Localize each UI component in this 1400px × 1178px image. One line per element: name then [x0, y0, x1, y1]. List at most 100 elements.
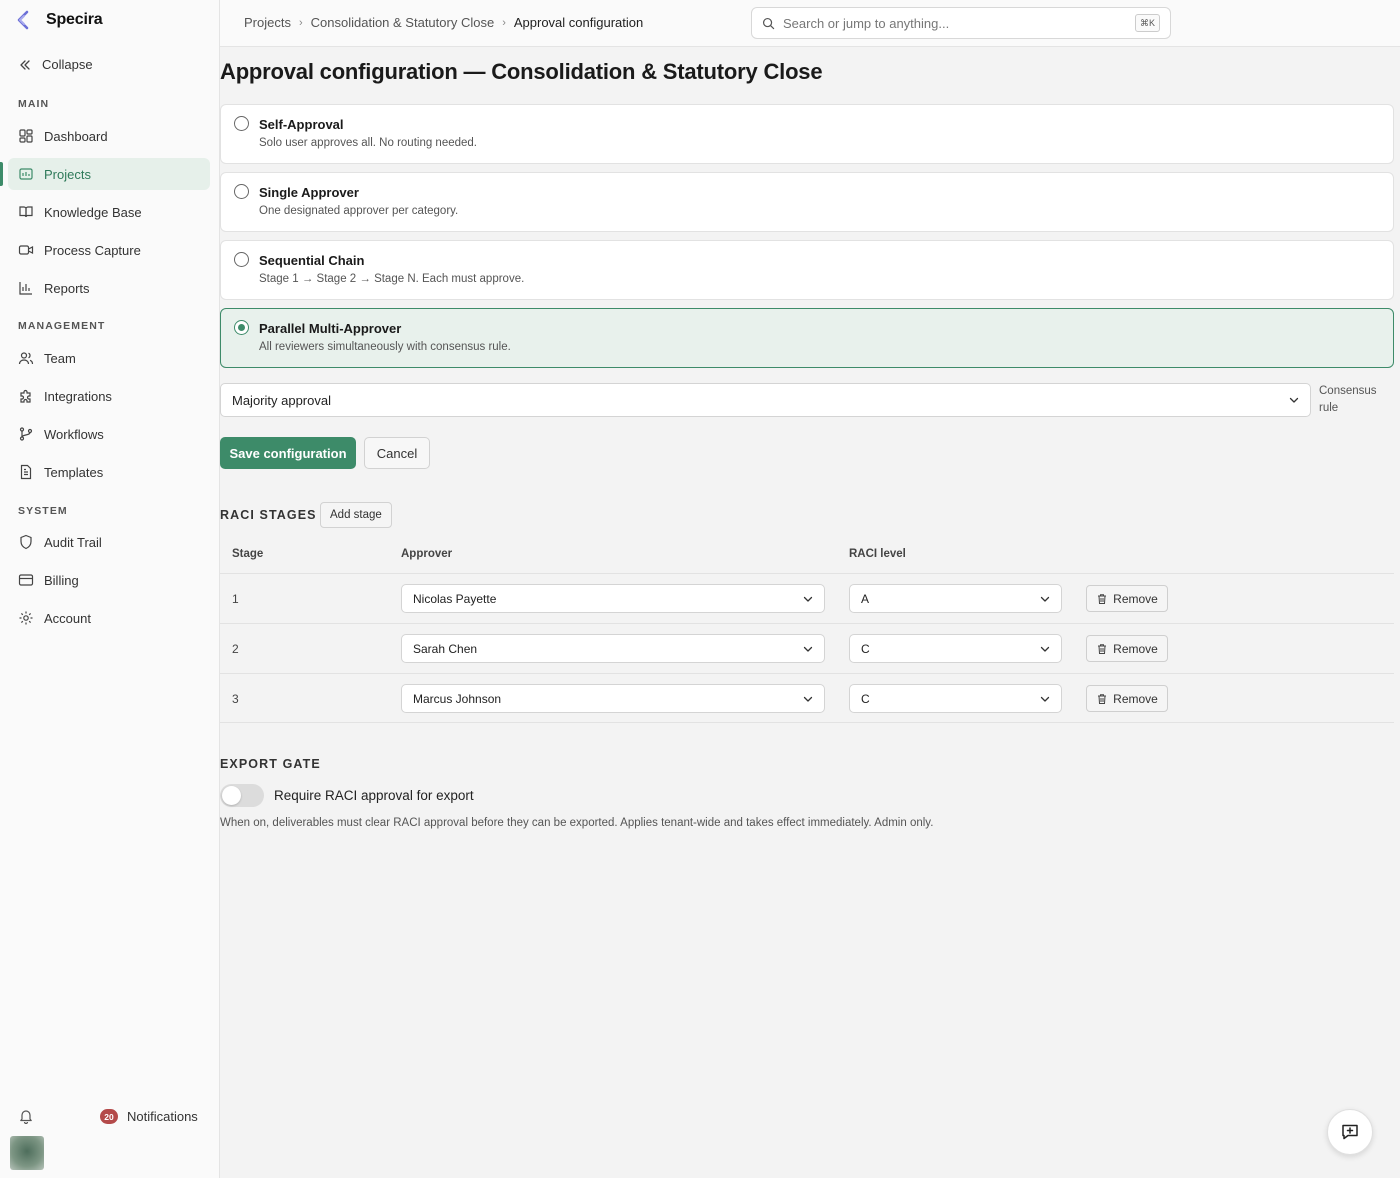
- sidebar-item-process-capture[interactable]: Process Capture: [8, 234, 210, 266]
- chevron-down-icon: [1289, 397, 1299, 403]
- sidebar-item-label: Knowledge Base: [44, 204, 142, 220]
- feedback-button[interactable]: [1327, 1109, 1373, 1155]
- remove-stage-button[interactable]: Remove: [1086, 635, 1168, 662]
- sidebar: Specira Collapse MAIN Dashboard Projects…: [0, 0, 220, 1178]
- column-header-stage: Stage: [232, 548, 264, 560]
- option-description: Stage 1 → Stage 2 → Stage N. Each must a…: [259, 273, 525, 285]
- radio-button[interactable]: [234, 116, 249, 131]
- sidebar-item-label: Reports: [44, 280, 90, 296]
- sidebar-item-dashboard[interactable]: Dashboard: [8, 120, 210, 152]
- approver-select[interactable]: Marcus Johnson: [401, 684, 825, 713]
- sidebar-item-reports[interactable]: Reports: [8, 272, 210, 304]
- consensus-rule-select[interactable]: Majority approval: [220, 383, 1311, 417]
- approver-select[interactable]: Nicolas Payette: [401, 584, 825, 613]
- table-row: 3 Marcus Johnson C Remove: [220, 673, 1394, 723]
- option-title: Single Approver: [259, 185, 359, 200]
- table-row: 1 Nicolas Payette A Remove: [220, 573, 1394, 623]
- search-box[interactable]: ⌘K: [751, 7, 1171, 39]
- raci-level-select[interactable]: C: [849, 634, 1062, 663]
- select-value: C: [861, 641, 870, 656]
- sidebar-item-team[interactable]: Team: [8, 342, 210, 374]
- sidebar-item-templates[interactable]: Templates: [8, 456, 210, 488]
- add-stage-button[interactable]: Add stage: [320, 502, 392, 528]
- remove-label: Remove: [1113, 691, 1158, 706]
- raci-level-select[interactable]: A: [849, 584, 1062, 613]
- remove-stage-button[interactable]: Remove: [1086, 685, 1168, 712]
- stage-number: 2: [232, 642, 239, 656]
- sidebar-item-label: Billing: [44, 572, 79, 588]
- sidebar-item-account[interactable]: Account: [8, 602, 210, 634]
- select-value: A: [861, 591, 870, 606]
- breadcrumb-projects[interactable]: Projects: [244, 15, 291, 30]
- export-gate-heading: EXPORT GATE: [220, 757, 321, 771]
- puzzle-icon: [20, 389, 31, 403]
- export-gate-help-text: When on, deliverables must clear RACI ap…: [220, 817, 934, 829]
- consensus-rule-label: Consensus rule: [1319, 385, 1377, 414]
- section-label-main: MAIN: [18, 98, 50, 110]
- breadcrumb-current: Approval configuration: [513, 15, 644, 30]
- save-configuration-button[interactable]: Save configuration: [220, 437, 356, 469]
- require-raci-toggle[interactable]: [220, 784, 264, 807]
- approval-option-parallel[interactable]: Parallel Multi-Approver All reviewers si…: [220, 308, 1394, 368]
- approval-option-single[interactable]: Single Approver One designated approver …: [220, 172, 1394, 232]
- breadcrumb: Projects › Consolidation & Statutory Clo…: [244, 15, 643, 30]
- search-icon: [762, 17, 775, 29]
- notifications-link[interactable]: Notifications: [127, 1109, 198, 1124]
- bar-chart-icon: [19, 282, 32, 295]
- radio-button[interactable]: [234, 252, 249, 267]
- approver-select[interactable]: Sarah Chen: [401, 634, 825, 663]
- page-title: Approval configuration — Consolidation &…: [220, 59, 823, 84]
- breadcrumb-project[interactable]: Consolidation & Statutory Close: [311, 15, 495, 30]
- sidebar-item-projects[interactable]: Projects: [0, 158, 210, 190]
- chevrons-left-icon: [20, 59, 30, 70]
- remove-label: Remove: [1113, 641, 1158, 656]
- sidebar-item-workflows[interactable]: Workflows: [8, 418, 210, 450]
- sidebar-item-label: Projects: [44, 166, 91, 182]
- option-title: Parallel Multi-Approver: [259, 321, 402, 336]
- column-header-raci-level: RACI level: [849, 548, 906, 560]
- option-description: All reviewers simultaneously with consen…: [259, 341, 511, 353]
- topbar: Projects › Consolidation & Statutory Clo…: [220, 0, 1400, 47]
- radio-button[interactable]: [234, 320, 249, 335]
- chevron-down-icon: [1040, 596, 1050, 602]
- section-label-system: SYSTEM: [18, 505, 68, 517]
- sidebar-item-audit-trail[interactable]: Audit Trail: [8, 526, 210, 558]
- approval-option-sequential[interactable]: Sequential Chain Stage 1 → Stage 2 → Sta…: [220, 240, 1394, 300]
- sidebar-item-knowledge-base[interactable]: Knowledge Base: [8, 196, 210, 228]
- option-description: One designated approver per category.: [259, 205, 459, 217]
- option-title: Self-Approval: [259, 117, 344, 132]
- app-name: Specira: [46, 11, 103, 28]
- select-value: Majority approval: [232, 392, 331, 408]
- brand[interactable]: Specira: [14, 10, 103, 30]
- chevron-down-icon: [803, 696, 813, 702]
- avatar[interactable]: [10, 1136, 44, 1170]
- option-title: Sequential Chain: [259, 253, 365, 268]
- remove-stage-button[interactable]: Remove: [1086, 585, 1168, 612]
- collapse-button[interactable]: Collapse: [18, 57, 93, 72]
- cancel-button[interactable]: Cancel: [364, 437, 430, 469]
- approval-option-self[interactable]: Self-Approval Solo user approves all. No…: [220, 104, 1394, 164]
- remove-label: Remove: [1113, 591, 1158, 606]
- sidebar-item-label: Account: [44, 610, 91, 626]
- credit-card-icon: [18, 574, 34, 586]
- column-header-approver: Approver: [401, 548, 453, 560]
- sidebar-item-label: Process Capture: [44, 242, 141, 258]
- select-value: Sarah Chen: [413, 641, 478, 656]
- trash-icon: [1098, 643, 1107, 654]
- trash-icon: [1098, 693, 1107, 704]
- collapse-label: Collapse: [42, 57, 93, 72]
- sidebar-item-integrations[interactable]: Integrations: [8, 380, 210, 412]
- search-shortcut: ⌘K: [1134, 14, 1160, 32]
- bell-icon[interactable]: [18, 1108, 34, 1124]
- radio-button[interactable]: [234, 184, 249, 199]
- chevron-down-icon: [803, 596, 813, 602]
- chevron-down-icon: [803, 646, 813, 652]
- shield-icon: [20, 534, 32, 550]
- sidebar-item-billing[interactable]: Billing: [8, 564, 210, 596]
- video-icon: [18, 245, 34, 255]
- raci-level-select[interactable]: C: [849, 684, 1062, 713]
- sidebar-item-label: Integrations: [44, 388, 112, 404]
- breadcrumb-separator: ›: [502, 16, 506, 29]
- logo-icon: [17, 10, 29, 30]
- search-input[interactable]: [783, 15, 1123, 31]
